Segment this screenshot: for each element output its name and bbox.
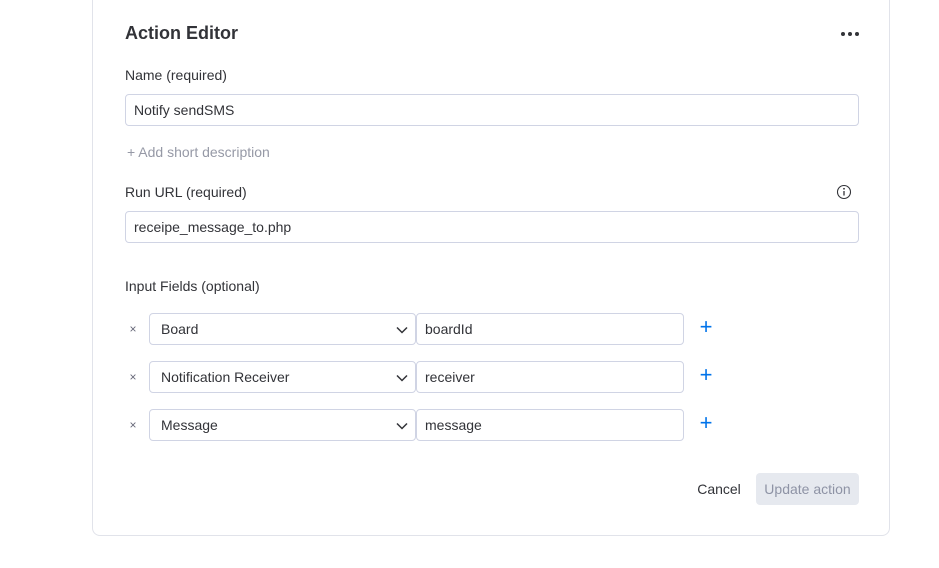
field-key-input[interactable] xyxy=(416,361,684,393)
field-type-select[interactable]: Message xyxy=(149,409,416,441)
run-url-label: Run URL (required) xyxy=(125,184,247,200)
update-action-button[interactable]: Update action xyxy=(756,473,859,505)
run-url-input[interactable] xyxy=(125,211,859,243)
remove-field-icon[interactable]: × xyxy=(125,321,141,337)
more-horizontal-icon xyxy=(841,32,845,36)
page-title: Action Editor xyxy=(125,23,238,43)
field-type-select[interactable]: Notification Receiver xyxy=(149,361,416,393)
field-key-input[interactable] xyxy=(416,409,684,441)
chevron-down-icon xyxy=(396,422,408,430)
remove-field-icon[interactable]: × xyxy=(125,417,141,433)
add-field-icon[interactable]: + xyxy=(697,412,715,434)
name-input[interactable] xyxy=(125,94,859,126)
name-label: Name (required) xyxy=(125,67,227,83)
chevron-down-icon xyxy=(396,326,408,334)
input-fields-label: Input Fields (optional) xyxy=(125,278,260,294)
field-type-value: Notification Receiver xyxy=(161,369,290,385)
add-field-icon[interactable]: + xyxy=(697,316,715,338)
field-key-input[interactable] xyxy=(416,313,684,345)
chevron-down-icon xyxy=(396,374,408,382)
more-dot xyxy=(855,32,859,36)
input-field-row: × Board + xyxy=(125,313,725,345)
field-type-value: Message xyxy=(161,417,218,433)
info-icon[interactable] xyxy=(836,184,852,200)
more-options-button[interactable] xyxy=(836,24,864,44)
input-field-row: × Message + xyxy=(125,409,725,441)
field-type-select[interactable]: Board xyxy=(149,313,416,345)
remove-field-icon[interactable]: × xyxy=(125,369,141,385)
input-field-row: × Notification Receiver + xyxy=(125,361,725,393)
field-type-value: Board xyxy=(161,321,199,337)
add-description-link[interactable]: + Add short description xyxy=(127,144,270,160)
cancel-button[interactable]: Cancel xyxy=(690,473,748,505)
more-dot xyxy=(848,32,852,36)
add-field-icon[interactable]: + xyxy=(697,364,715,386)
